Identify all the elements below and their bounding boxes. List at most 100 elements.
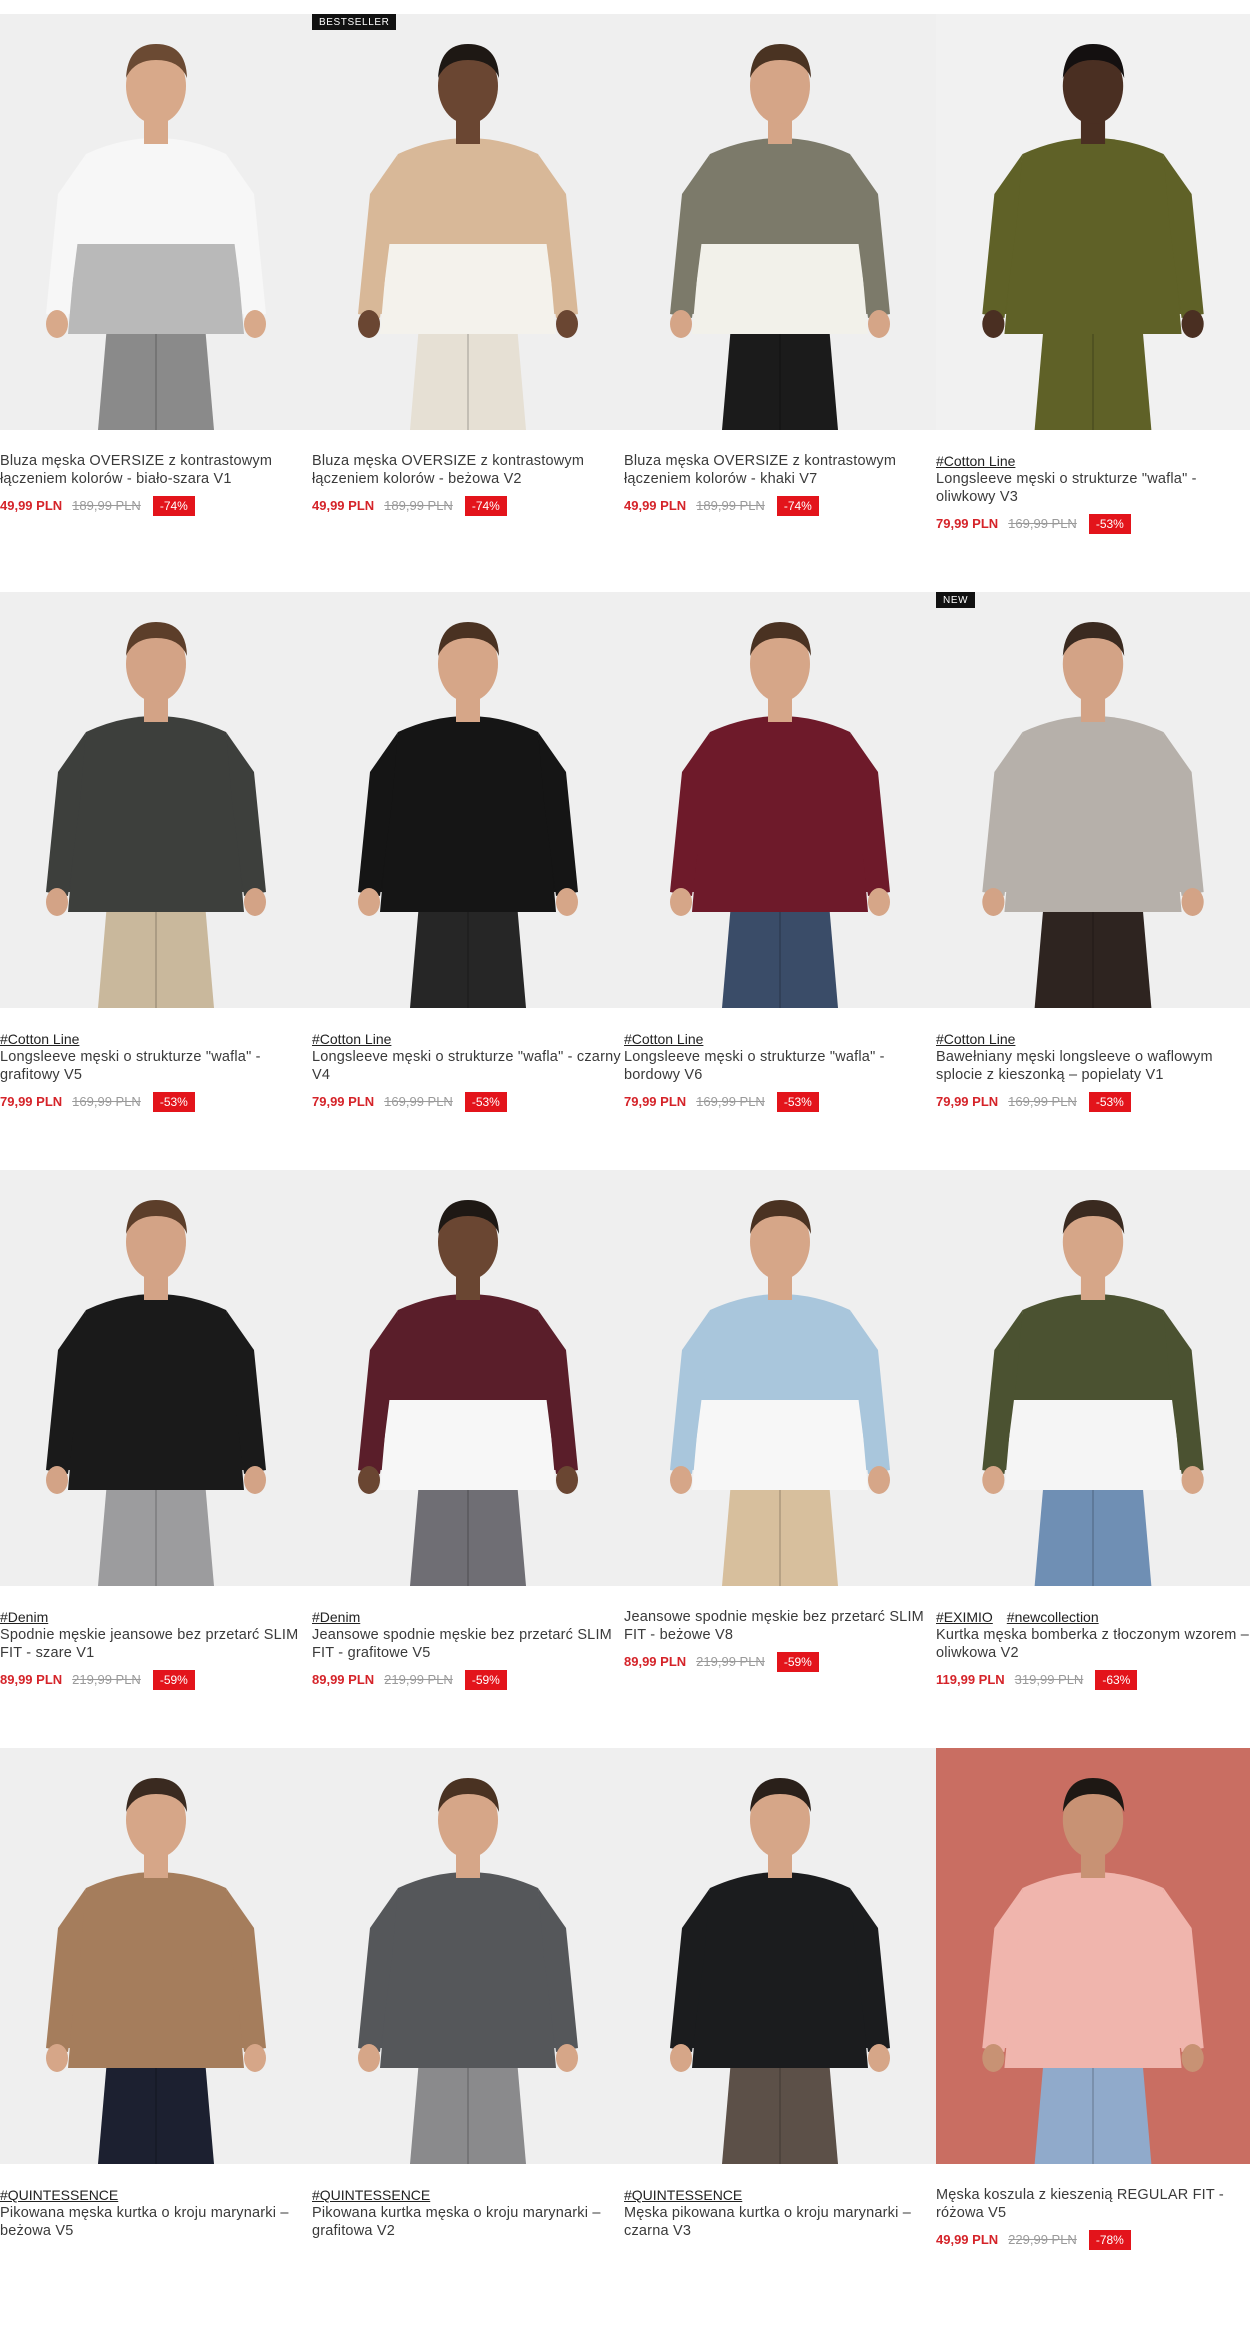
- product-card[interactable]: #QUINTESSENCE Męska pikowana kurtka o kro…: [624, 1748, 936, 2326]
- product-image[interactable]: [0, 592, 312, 1008]
- product-tags: #Denim: [312, 1608, 624, 1626]
- product-card[interactable]: Bluza męska OVERSIZE z kontrastowym łącz…: [0, 14, 312, 592]
- collection-tag-link[interactable]: #EXIMIO: [936, 1609, 993, 1625]
- product-card[interactable]: #QUINTESSENCE Pikowana męska kurtka o kro…: [0, 1748, 312, 2326]
- product-image[interactable]: [624, 14, 936, 430]
- sale-price: 79,99 PLN: [936, 516, 999, 531]
- sale-price: 49,99 PLN: [312, 498, 375, 513]
- product-prices: 49,99 PLN 189,99 PLN -74%: [624, 496, 936, 516]
- product-name[interactable]: Longsleeve męski o strukturze "wafla" - …: [936, 470, 1250, 506]
- product-name[interactable]: Longsleeve męski o strukturze "wafla" - …: [312, 1048, 624, 1084]
- product-card[interactable]: Jeansowe spodnie męskie bez przetarć SLI…: [624, 1170, 936, 1748]
- product-card[interactable]: BESTSELLER Bluza męska OVERSIZE z kontras…: [312, 14, 624, 592]
- old-price: 319,99 PLN: [1014, 1672, 1084, 1687]
- product-card[interactable]: #QUINTESSENCE Pikowana kurtka męska o kro…: [312, 1748, 624, 2326]
- product-card[interactable]: #EXIMIO #newcollection Kurtka męska bomber…: [936, 1170, 1250, 1748]
- collection-tag-link[interactable]: #Cotton Line: [936, 1031, 1015, 1047]
- product-card[interactable]: #Cotton Line Longsleeve męski o strukturz…: [936, 14, 1250, 592]
- old-price: 189,99 PLN: [384, 498, 453, 513]
- product-image[interactable]: [0, 14, 312, 430]
- product-image[interactable]: [936, 14, 1250, 430]
- collection-tag-link[interactable]: #QUINTESSENCE: [0, 2187, 118, 2203]
- sale-price: 79,99 PLN: [936, 1094, 999, 1109]
- collection-tag-link[interactable]: #Denim: [312, 1609, 360, 1625]
- product-image[interactable]: [624, 592, 936, 1008]
- product-tags: #QUINTESSENCE: [624, 2186, 936, 2204]
- product-prices: 49,99 PLN 189,99 PLN -74%: [0, 496, 312, 516]
- product-prices: 49,99 PLN 189,99 PLN -74%: [312, 496, 624, 516]
- product-image[interactable]: BESTSELLER: [312, 14, 624, 430]
- product-name[interactable]: Jeansowe spodnie męskie bez przetarć SLI…: [312, 1626, 624, 1662]
- old-price: 189,99 PLN: [72, 498, 141, 513]
- product-prices: 79,99 PLN 169,99 PLN -53%: [0, 1092, 312, 1112]
- product-prices: 79,99 PLN 169,99 PLN -53%: [624, 1092, 936, 1112]
- product-card[interactable]: #Denim Jeansowe spodnie męskie bez przeta…: [312, 1170, 624, 1748]
- collection-tag-link[interactable]: #QUINTESSENCE: [624, 2187, 742, 2203]
- product-name[interactable]: Bluza męska OVERSIZE z kontrastowym łącz…: [312, 452, 624, 488]
- product-badge: NEW: [936, 592, 976, 608]
- product-card[interactable]: NEW #Cotton Line Bawełniany męski longslee…: [936, 592, 1250, 1170]
- product-image[interactable]: [312, 1170, 624, 1586]
- product-image[interactable]: [624, 1170, 936, 1586]
- product-card[interactable]: #Cotton Line Longsleeve męski o strukturz…: [312, 592, 624, 1170]
- product-tags: #Denim: [0, 1608, 312, 1626]
- product-name[interactable]: Pikowana kurtka męska o kroju marynarki …: [312, 2204, 624, 2240]
- product-name[interactable]: Kurtka męska bomberka z tłoczonym wzorem…: [936, 1626, 1250, 1662]
- product-tags: #Cotton Line: [936, 1030, 1250, 1048]
- product-image[interactable]: [936, 1170, 1250, 1586]
- product-name[interactable]: Spodnie męskie jeansowe bez przetarć SLI…: [0, 1626, 312, 1662]
- product-tags: #Cotton Line: [936, 452, 1250, 470]
- old-price: 219,99 PLN: [696, 1654, 765, 1669]
- product-image[interactable]: [0, 1748, 312, 2164]
- product-name[interactable]: Longsleeve męski o strukturze "wafla" - …: [0, 1048, 312, 1084]
- product-tags: #Cotton Line: [624, 1030, 936, 1048]
- product-name[interactable]: Bluza męska OVERSIZE z kontrastowym łącz…: [0, 452, 312, 488]
- old-price: 219,99 PLN: [384, 1672, 453, 1687]
- collection-tag-link[interactable]: #Cotton Line: [624, 1031, 703, 1047]
- discount-badge: -53%: [1088, 514, 1131, 534]
- collection-tag-link[interactable]: #QUINTESSENCE: [312, 2187, 430, 2203]
- collection-tag-link[interactable]: #Denim: [0, 1609, 48, 1625]
- collection-tag-link[interactable]: #Cotton Line: [312, 1031, 391, 1047]
- collection-tag-link[interactable]: #Cotton Line: [936, 453, 1015, 469]
- product-name[interactable]: Męska pikowana kurtka o kroju marynarki …: [624, 2204, 936, 2240]
- product-image[interactable]: NEW: [936, 592, 1250, 1008]
- product-prices: 89,99 PLN 219,99 PLN -59%: [0, 1670, 312, 1690]
- product-tags: #EXIMIO #newcollection: [936, 1608, 1250, 1626]
- product-info: Bluza męska OVERSIZE z kontrastowym łącz…: [624, 430, 936, 516]
- product-name[interactable]: Męska koszula z kieszenią REGULAR FIT - …: [936, 2186, 1250, 2222]
- product-info: Męska koszula z kieszenią REGULAR FIT - …: [936, 2164, 1250, 2250]
- old-price: 169,99 PLN: [72, 1094, 141, 1109]
- product-name[interactable]: Longsleeve męski o strukturze "wafla" - …: [624, 1048, 936, 1084]
- product-card[interactable]: Męska koszula z kieszenią REGULAR FIT - …: [936, 1748, 1250, 2326]
- product-prices: 79,99 PLN 169,99 PLN -53%: [312, 1092, 624, 1112]
- product-image[interactable]: [312, 592, 624, 1008]
- product-image[interactable]: [312, 1748, 624, 2164]
- product-tags: #QUINTESSENCE: [0, 2186, 312, 2204]
- product-name[interactable]: Jeansowe spodnie męskie bez przetarć SLI…: [624, 1608, 936, 1644]
- old-price: 169,99 PLN: [384, 1094, 453, 1109]
- product-tags: #Cotton Line: [312, 1030, 624, 1048]
- discount-badge: -74%: [152, 496, 195, 516]
- product-card[interactable]: Bluza męska OVERSIZE z kontrastowym łącz…: [624, 14, 936, 592]
- product-name[interactable]: Bluza męska OVERSIZE z kontrastowym łącz…: [624, 452, 936, 488]
- product-image[interactable]: [0, 1170, 312, 1586]
- sale-price: 49,99 PLN: [0, 498, 63, 513]
- product-image[interactable]: [624, 1748, 936, 2164]
- sale-price: 89,99 PLN: [0, 1672, 63, 1687]
- discount-badge: -59%: [776, 1652, 819, 1672]
- product-name[interactable]: Pikowana męska kurtka o kroju marynarki …: [0, 2204, 312, 2240]
- product-card[interactable]: #Cotton Line Longsleeve męski o strukturz…: [624, 592, 936, 1170]
- product-prices: 89,99 PLN 219,99 PLN -59%: [624, 1652, 936, 1672]
- product-prices: 119,99 PLN 319,99 PLN -63%: [936, 1670, 1250, 1690]
- product-name[interactable]: Bawełniany męski longsleeve o waflowym s…: [936, 1048, 1250, 1084]
- collection-tag-link[interactable]: #newcollection: [1007, 1609, 1099, 1625]
- discount-badge: -59%: [152, 1670, 195, 1690]
- collection-tag-link[interactable]: #Cotton Line: [0, 1031, 79, 1047]
- product-card[interactable]: #Denim Spodnie męskie jeansowe bez przeta…: [0, 1170, 312, 1748]
- product-card[interactable]: #Cotton Line Longsleeve męski o strukturz…: [0, 592, 312, 1170]
- product-info: #Cotton Line Longsleeve męski o strukturz…: [624, 1008, 936, 1112]
- product-prices: 89,99 PLN 219,99 PLN -59%: [312, 1670, 624, 1690]
- product-image[interactable]: [936, 1748, 1250, 2164]
- discount-badge: -74%: [464, 496, 507, 516]
